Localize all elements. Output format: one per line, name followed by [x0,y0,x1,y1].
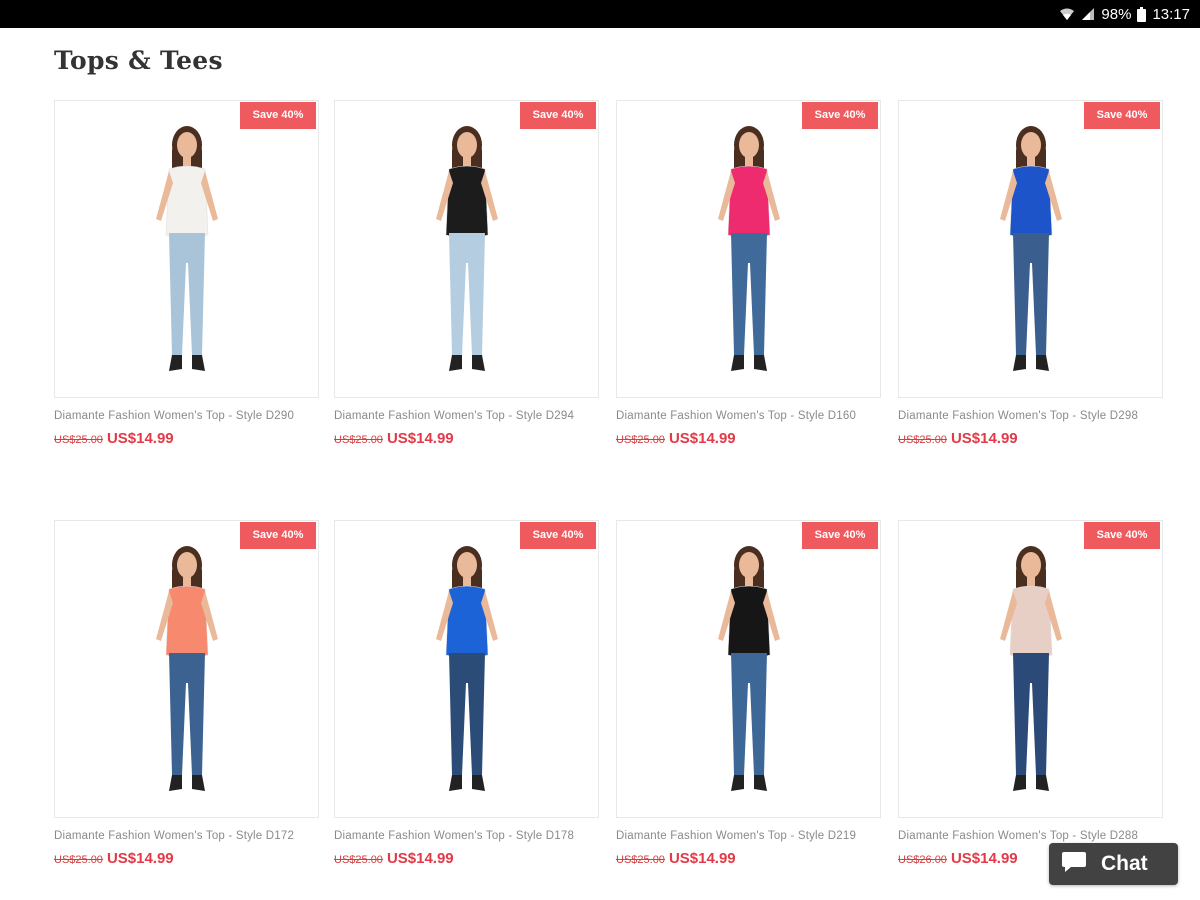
sale-price: US$14.99 [386,430,454,447]
sale-badge: Save 40% [240,522,316,549]
product-title[interactable]: Diamante Fashion Women's Top - Style D29… [54,410,319,422]
status-bar: 98% 13:17 [0,0,1200,28]
sale-badge: Save 40% [240,102,316,129]
product-image[interactable]: Save 40% [334,520,599,818]
battery-icon [1137,6,1147,22]
chat-label: Chat [1101,852,1148,875]
product-card[interactable]: Save 40% Diamante Fashion Women's Top - S… [334,520,599,867]
product-image[interactable]: Save 40% [898,520,1163,818]
sale-badge: Save 40% [1084,102,1160,129]
battery-percent: 98% [1101,5,1132,23]
product-image[interactable]: Save 40% [334,100,599,398]
product-image[interactable]: Save 40% [616,520,881,818]
sale-badge: Save 40% [520,522,596,549]
price-row: US$25.00 US$14.99 [616,430,881,447]
original-price: US$25.00 [334,854,383,866]
price-row: US$25.00 US$14.99 [54,430,319,447]
wifi-icon [1059,7,1075,21]
product-title[interactable]: Diamante Fashion Women's Top - Style D29… [334,410,599,422]
price-row: US$25.00 US$14.99 [616,850,881,867]
sale-badge: Save 40% [520,102,596,129]
product-grid: Save 40% Diamante Fashion Women's Top - S… [54,100,1164,880]
signal-icon [1081,7,1095,21]
sale-price: US$14.99 [668,430,736,447]
pink-cami-top-icon [717,126,780,371]
product-title[interactable]: Diamante Fashion Women's Top - Style D16… [616,410,881,422]
blue-lace-top-icon [999,126,1062,371]
product-card[interactable]: Save 40% Diamante Fashion Women's Top - S… [898,100,1163,447]
sale-price: US$14.99 [106,850,174,867]
product-card[interactable]: Save 40% Diamante Fashion Women's Top - S… [54,100,319,447]
blush-wrap-top-icon [999,546,1062,791]
sale-badge: Save 40% [802,102,878,129]
product-card[interactable]: Save 40% Diamante Fashion Women's Top - S… [898,520,1163,867]
page-title: Tops & Tees [54,46,223,75]
black-tee-top-icon [717,546,780,791]
black-lace-top-icon [435,126,498,371]
price-row: US$25.00 US$14.99 [334,850,599,867]
price-row: US$25.00 US$14.99 [898,430,1163,447]
sale-badge: Save 40% [1084,522,1160,549]
product-card[interactable]: Save 40% Diamante Fashion Women's Top - S… [616,100,881,447]
product-image[interactable]: Save 40% [616,100,881,398]
price-row: US$25.00 US$14.99 [334,430,599,447]
product-title[interactable]: Diamante Fashion Women's Top - Style D17… [54,830,319,842]
sale-price: US$14.99 [386,850,454,867]
original-price: US$25.00 [616,854,665,866]
original-price: US$25.00 [616,434,665,446]
chat-bubble-icon [1061,850,1087,879]
product-title[interactable]: Diamante Fashion Women's Top - Style D17… [334,830,599,842]
product-card[interactable]: Save 40% Diamante Fashion Women's Top - S… [334,100,599,447]
original-price: US$25.00 [334,434,383,446]
coral-tunic-top-icon [155,546,218,791]
original-price: US$25.00 [898,434,947,446]
white-ruffle-top-icon [155,126,218,371]
product-image[interactable]: Save 40% [898,100,1163,398]
price-row: US$25.00 US$14.99 [54,850,319,867]
chat-button[interactable]: Chat [1049,843,1178,885]
product-image[interactable]: Save 40% [54,520,319,818]
original-price: US$26.00 [898,854,947,866]
sale-price: US$14.99 [950,430,1018,447]
clock-time: 13:17 [1152,5,1190,23]
sale-price: US$14.99 [106,430,174,447]
product-title[interactable]: Diamante Fashion Women's Top - Style D29… [898,410,1163,422]
original-price: US$25.00 [54,854,103,866]
sale-badge: Save 40% [802,522,878,549]
sale-price: US$14.99 [950,850,1018,867]
sale-price: US$14.99 [668,850,736,867]
product-card[interactable]: Save 40% Diamante Fashion Women's Top - S… [54,520,319,867]
product-title[interactable]: Diamante Fashion Women's Top - Style D28… [898,830,1163,842]
product-title[interactable]: Diamante Fashion Women's Top - Style D21… [616,830,881,842]
blue-off-shoulder-top-icon [435,546,498,791]
original-price: US$25.00 [54,434,103,446]
product-image[interactable]: Save 40% [54,100,319,398]
product-card[interactable]: Save 40% Diamante Fashion Women's Top - S… [616,520,881,867]
